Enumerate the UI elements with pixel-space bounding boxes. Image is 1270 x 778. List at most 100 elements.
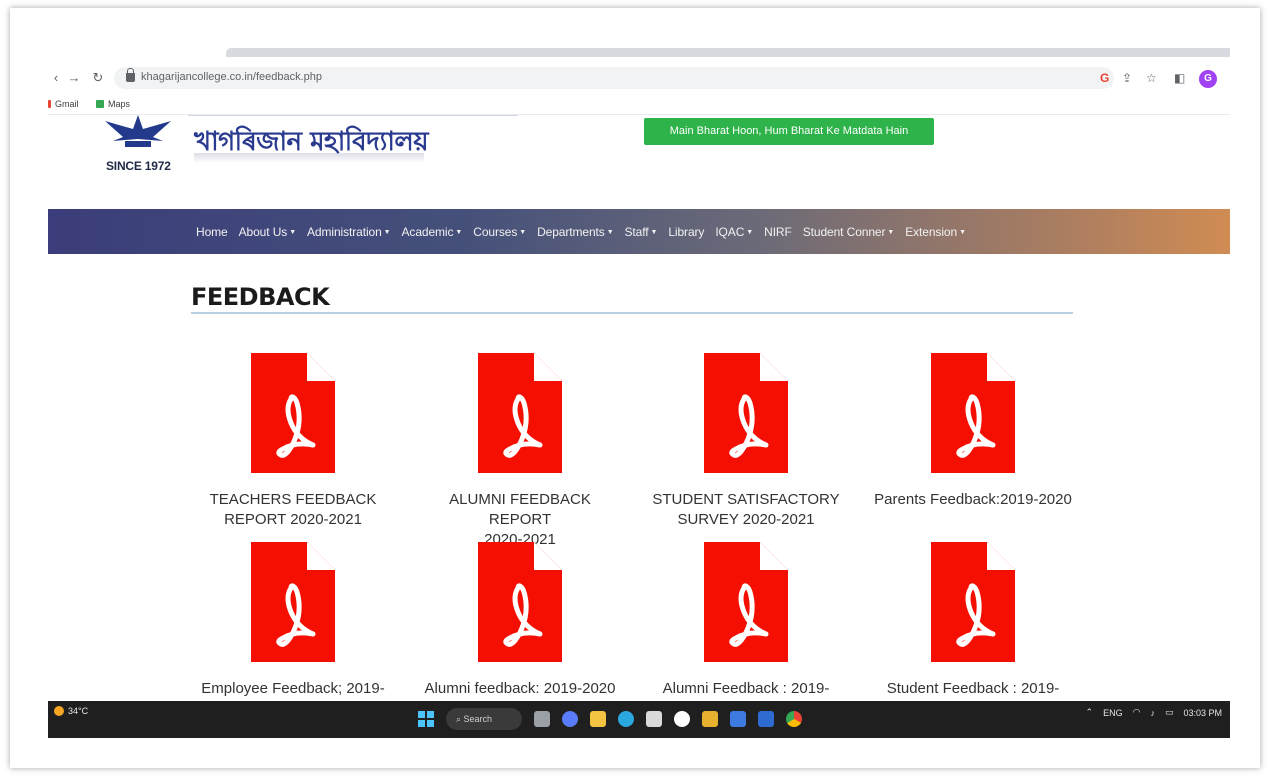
gmail-icon bbox=[48, 100, 51, 108]
bookmark-gmail[interactable]: Gmail bbox=[48, 99, 79, 109]
lock-icon[interactable] bbox=[126, 68, 135, 82]
nav-departments[interactable]: Departments ▼ bbox=[537, 224, 614, 239]
pdf-file-icon[interactable] bbox=[251, 542, 335, 662]
since-year-text: SINCE 1972 bbox=[106, 159, 171, 173]
nav-administration[interactable]: Administration ▼ bbox=[307, 224, 391, 239]
browser-window: ‹ → ↻ khagarijancollege.co.in/feedback.p… bbox=[48, 48, 1230, 738]
nav-courses[interactable]: Courses ▼ bbox=[473, 225, 526, 239]
document-label[interactable]: TEACHERS FEEDBACK REPORT 2020-2021 bbox=[191, 490, 395, 530]
main-nav: Home About Us ▼ Administration ▼ Academic ▼… bbox=[48, 209, 1230, 254]
paint-icon[interactable] bbox=[702, 711, 718, 727]
reload-icon[interactable]: ↻ bbox=[90, 70, 106, 86]
chrome-icon[interactable] bbox=[786, 711, 802, 727]
browser-toolbar: ‹ → ↻ khagarijancollege.co.in/feedback.p… bbox=[48, 62, 1230, 96]
label-line: Alumni Feedback : 2019- bbox=[662, 680, 830, 697]
pdf-file-icon[interactable] bbox=[704, 353, 788, 473]
volume-icon[interactable]: ♪ bbox=[1150, 708, 1155, 718]
label-line: ALUMNI FEEDBACK REPORT bbox=[449, 491, 591, 528]
nav-label: Academic bbox=[401, 224, 454, 239]
language-indicator[interactable]: ENG bbox=[1103, 708, 1123, 718]
nav-iqac[interactable]: IQAC ▼ bbox=[715, 225, 753, 239]
edge-icon[interactable] bbox=[618, 711, 634, 727]
profile-avatar[interactable]: G bbox=[1199, 70, 1217, 88]
bookmarks-bar: Gmail Maps bbox=[48, 96, 1230, 115]
caret-down-icon: ▼ bbox=[383, 228, 391, 236]
nav-student-conner[interactable]: Student Conner ▼ bbox=[803, 225, 895, 239]
windows-start-icon[interactable] bbox=[418, 711, 434, 727]
pdf-file-icon[interactable] bbox=[478, 353, 562, 473]
nav-staff[interactable]: Staff ▼ bbox=[625, 225, 658, 239]
nav-label: Departments bbox=[537, 224, 605, 239]
caret-down-icon: ▼ bbox=[887, 228, 895, 236]
caret-down-icon: ▼ bbox=[519, 228, 527, 236]
pdf-file-icon[interactable] bbox=[931, 353, 1015, 473]
taskbar-search[interactable]: ⌕ Search bbox=[446, 708, 522, 730]
college-name-reflection bbox=[194, 153, 424, 163]
star-icon[interactable]: ☆ bbox=[1146, 70, 1157, 86]
tab-strip bbox=[48, 48, 1230, 62]
nav-nirf[interactable]: NIRF bbox=[764, 225, 792, 239]
election-badge[interactable]: Main Bharat Hoon, Hum Bharat Ke Matdata … bbox=[644, 118, 934, 145]
nav-label: Home bbox=[196, 224, 228, 239]
caret-down-icon: ▼ bbox=[650, 228, 658, 236]
tray-chevron-icon[interactable]: ⌃ bbox=[1086, 707, 1094, 718]
battery-icon[interactable]: ▭ bbox=[1165, 707, 1174, 718]
sidebar-icon[interactable]: ◧ bbox=[1174, 70, 1185, 86]
header-divider bbox=[188, 115, 518, 116]
word-icon[interactable] bbox=[758, 711, 774, 727]
nav-about-us[interactable]: About Us ▼ bbox=[239, 225, 297, 239]
caret-down-icon: ▼ bbox=[289, 228, 297, 236]
pdf-file-icon[interactable] bbox=[931, 542, 1015, 662]
nav-extension[interactable]: Extension ▼ bbox=[905, 225, 966, 239]
store-icon[interactable] bbox=[646, 711, 662, 727]
nav-academic[interactable]: Academic ▼ bbox=[402, 225, 463, 239]
nav-list: Home About Us ▼ Administration ▼ Academic ▼… bbox=[196, 209, 966, 254]
pdf-file-icon[interactable] bbox=[478, 542, 562, 662]
pdf-file-icon[interactable] bbox=[704, 542, 788, 662]
nav-label: Library bbox=[668, 224, 705, 239]
camera-icon[interactable] bbox=[674, 711, 690, 727]
nav-label: NIRF bbox=[764, 224, 792, 239]
label-line: Parents Feedback:2019-2020 bbox=[874, 491, 1072, 508]
screenshot-frame: ‹ → ↻ khagarijancollege.co.in/feedback.p… bbox=[10, 8, 1260, 768]
chat-icon[interactable] bbox=[562, 711, 578, 727]
wifi-icon[interactable]: ◠ bbox=[1133, 707, 1141, 718]
bookmark-maps[interactable]: Maps bbox=[96, 99, 130, 109]
bookmark-label: Maps bbox=[108, 99, 131, 109]
page-title: FEEDBACK bbox=[191, 283, 330, 311]
task-view-icon[interactable] bbox=[534, 711, 550, 727]
college-logo-icon[interactable] bbox=[103, 115, 173, 149]
maps-icon bbox=[96, 100, 104, 108]
google-icon[interactable]: G bbox=[1100, 70, 1109, 86]
weather-widget[interactable]: 34°C bbox=[54, 706, 88, 716]
share-icon[interactable]: ⇪ bbox=[1122, 70, 1132, 86]
document-label[interactable]: ALUMNI FEEDBACK REPORT 2020-2021 bbox=[418, 490, 622, 550]
label-line: Employee Feedback; 2019- bbox=[201, 680, 385, 697]
document-label[interactable]: Alumni feedback: 2019-2020 bbox=[418, 679, 622, 699]
nav-home[interactable]: Home bbox=[196, 225, 228, 239]
document-label[interactable]: STUDENT SATISFACTORY SURVEY 2020-2021 bbox=[644, 490, 848, 530]
tab-bar[interactable] bbox=[226, 48, 1230, 57]
label-line: STUDENT SATISFACTORY bbox=[652, 491, 840, 508]
caret-down-icon: ▼ bbox=[455, 228, 463, 236]
title-underline bbox=[191, 312, 1073, 314]
pdf-file-icon[interactable] bbox=[251, 353, 335, 473]
file-explorer-icon[interactable] bbox=[590, 711, 606, 727]
address-bar[interactable]: khagarijancollege.co.in/feedback.php bbox=[114, 67, 1114, 89]
windows-taskbar: 34°C ⌕ Search ⌃ ENG ◠ ♪ ▭ 03:03 PM bbox=[48, 701, 1230, 738]
nav-label: Administration bbox=[307, 224, 382, 239]
nav-label: Extension bbox=[905, 224, 958, 239]
forward-icon[interactable]: → bbox=[66, 70, 82, 86]
app-icon[interactable] bbox=[730, 711, 746, 727]
sun-icon bbox=[54, 706, 64, 716]
caret-down-icon: ▼ bbox=[959, 228, 966, 236]
label-line: SURVEY 2020-2021 bbox=[677, 511, 815, 528]
website: SINCE 1972 খাগৰিজান মহাবিদ্যালয় Main Bh… bbox=[48, 115, 1230, 738]
url-text[interactable]: khagarijancollege.co.in/feedback.php bbox=[141, 71, 322, 83]
nav-label: Courses bbox=[473, 224, 518, 239]
clock-time[interactable]: 03:03 PM bbox=[1183, 708, 1222, 718]
nav-label: Student Conner bbox=[802, 224, 886, 239]
back-icon[interactable]: ‹ bbox=[48, 70, 64, 86]
nav-library[interactable]: Library bbox=[668, 225, 704, 239]
document-label[interactable]: Parents Feedback:2019-2020 bbox=[871, 490, 1075, 510]
